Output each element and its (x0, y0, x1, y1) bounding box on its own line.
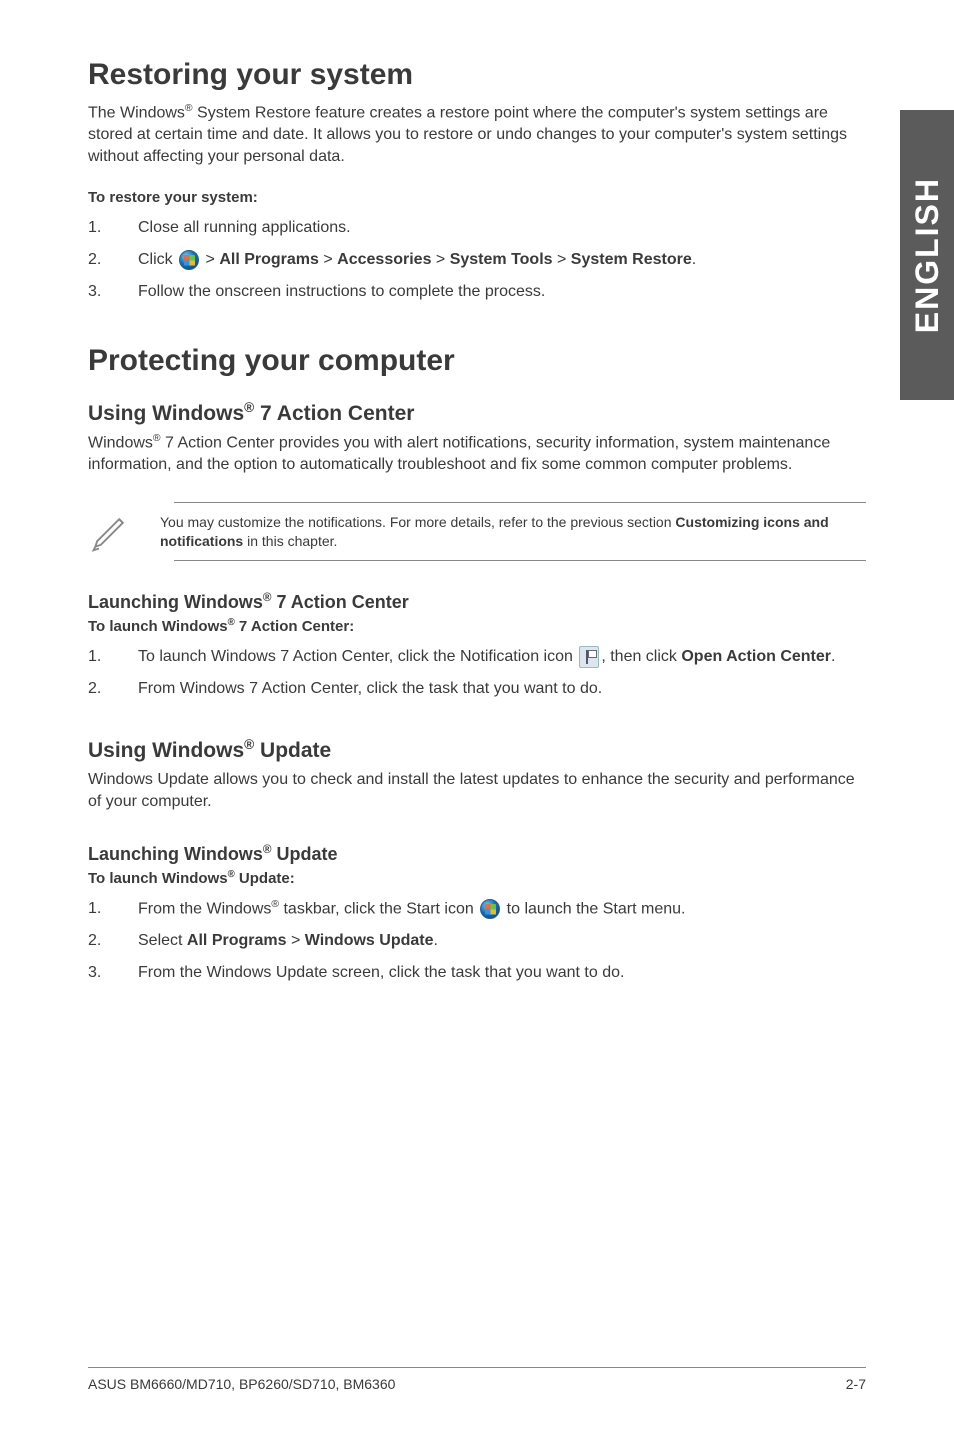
notification-flag-icon (579, 646, 599, 668)
action-center-intro: Windows® 7 Action Center provides you wi… (88, 432, 866, 476)
launch-action-center-steps: 1. To launch Windows 7 Action Center, cl… (88, 645, 866, 701)
note-box: You may customize the notifications. For… (88, 502, 866, 562)
restore-step-3: 3. Follow the onscreen instructions to c… (88, 280, 866, 304)
launch-update-sub: To launch Windows® Update: (88, 869, 866, 887)
launch-update-steps: 1. From the Windows® taskbar, click the … (88, 897, 866, 985)
launch-action-center-sub: To launch Windows® 7 Action Center: (88, 617, 866, 635)
subheading-windows-update: Using Windows® Update (88, 737, 866, 763)
restore-steps-list: 1. Close all running applications. 2. Cl… (88, 216, 866, 304)
restore-step-1: 1. Close all running applications. (88, 216, 866, 240)
language-tab: ENGLISH (900, 110, 954, 400)
launch-ac-step-2: 2. From Windows 7 Action Center, click t… (88, 677, 866, 701)
start-orb-icon (179, 250, 199, 270)
start-orb-icon (480, 899, 500, 919)
launch-ac-step-1: 1. To launch Windows 7 Action Center, cl… (88, 645, 866, 669)
language-tab-text: ENGLISH (909, 177, 946, 333)
heading-restoring: Restoring your system (88, 58, 866, 92)
subheading-launch-update: Launching Windows® Update (88, 843, 866, 865)
restore-step-2: 2. Click > All Programs > Accessories > … (88, 248, 866, 272)
launch-update-step-3: 3. From the Windows Update screen, click… (88, 961, 866, 985)
footer-left: ASUS BM6660/MD710, BP6260/SD710, BM6360 (88, 1376, 395, 1392)
subheading-launch-action-center: Launching Windows® 7 Action Center (88, 591, 866, 613)
windows-update-intro: Windows Update allows you to check and i… (88, 769, 866, 812)
subheading-action-center: Using Windows® 7 Action Center (88, 400, 866, 426)
launch-update-step-1: 1. From the Windows® taskbar, click the … (88, 897, 866, 921)
launch-update-step-2: 2. Select All Programs > Windows Update. (88, 929, 866, 953)
footer-right: 2-7 (846, 1376, 866, 1392)
note-text: You may customize the notifications. For… (160, 503, 866, 561)
restoring-intro: The Windows® System Restore feature crea… (88, 102, 866, 167)
note-pencil-icon (88, 510, 132, 554)
restore-steps-title: To restore your system: (88, 189, 866, 206)
page-footer: ASUS BM6660/MD710, BP6260/SD710, BM6360 … (88, 1367, 866, 1392)
heading-protecting: Protecting your computer (88, 344, 866, 378)
